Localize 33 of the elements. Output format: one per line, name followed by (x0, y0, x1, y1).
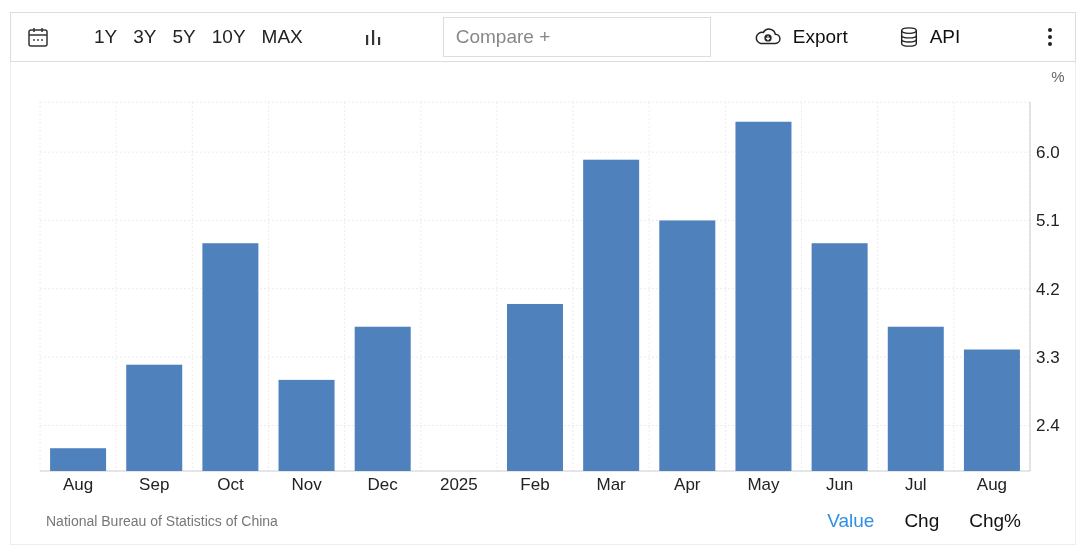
bar (50, 448, 107, 471)
y-tick-label: 3.3 (1036, 348, 1060, 368)
x-tick-label: Jun (825, 475, 854, 494)
api-button[interactable]: API (897, 25, 961, 49)
view-tab[interactable]: Chg (896, 510, 948, 532)
x-tick-label: Aug (62, 475, 94, 494)
export-button[interactable]: Export (752, 26, 848, 48)
x-tick-label: Apr (674, 475, 701, 494)
compare-field[interactable]: Compare + (442, 17, 711, 57)
more-icon[interactable] (1047, 27, 1053, 47)
source-text: National Bureau of Statistics of China (46, 513, 278, 529)
x-tick-label: Feb (520, 475, 550, 494)
calendar-icon[interactable] (26, 25, 50, 49)
range-button[interactable]: 10Y (205, 26, 252, 48)
x-tick-label: Aug (976, 475, 1008, 494)
x-tick-label: Mar (596, 475, 626, 494)
x-tick-label: Jul (904, 475, 927, 494)
x-tick-label: Dec (367, 475, 398, 494)
x-tick-label: Sep (139, 475, 170, 494)
x-tick-label: Oct (217, 475, 244, 494)
y-tick-label: 5.1 (1036, 211, 1060, 231)
x-tick-label: 2025 (439, 475, 478, 494)
range-button[interactable]: MAX (255, 26, 309, 48)
range-button[interactable]: 5Y (166, 26, 202, 48)
range-button[interactable]: 3Y (127, 26, 163, 48)
y-tick-label: 2.4 (1036, 416, 1060, 436)
y-tick-label: 6.0 (1036, 143, 1060, 163)
unit-label: % (1051, 68, 1065, 85)
x-tick-label: May (747, 475, 780, 494)
range-button[interactable]: 1Y (88, 26, 124, 48)
x-tick-label: Nov (291, 475, 322, 494)
y-tick-label: 4.2 (1036, 279, 1060, 299)
view-tab[interactable]: Chg% (961, 510, 1029, 532)
